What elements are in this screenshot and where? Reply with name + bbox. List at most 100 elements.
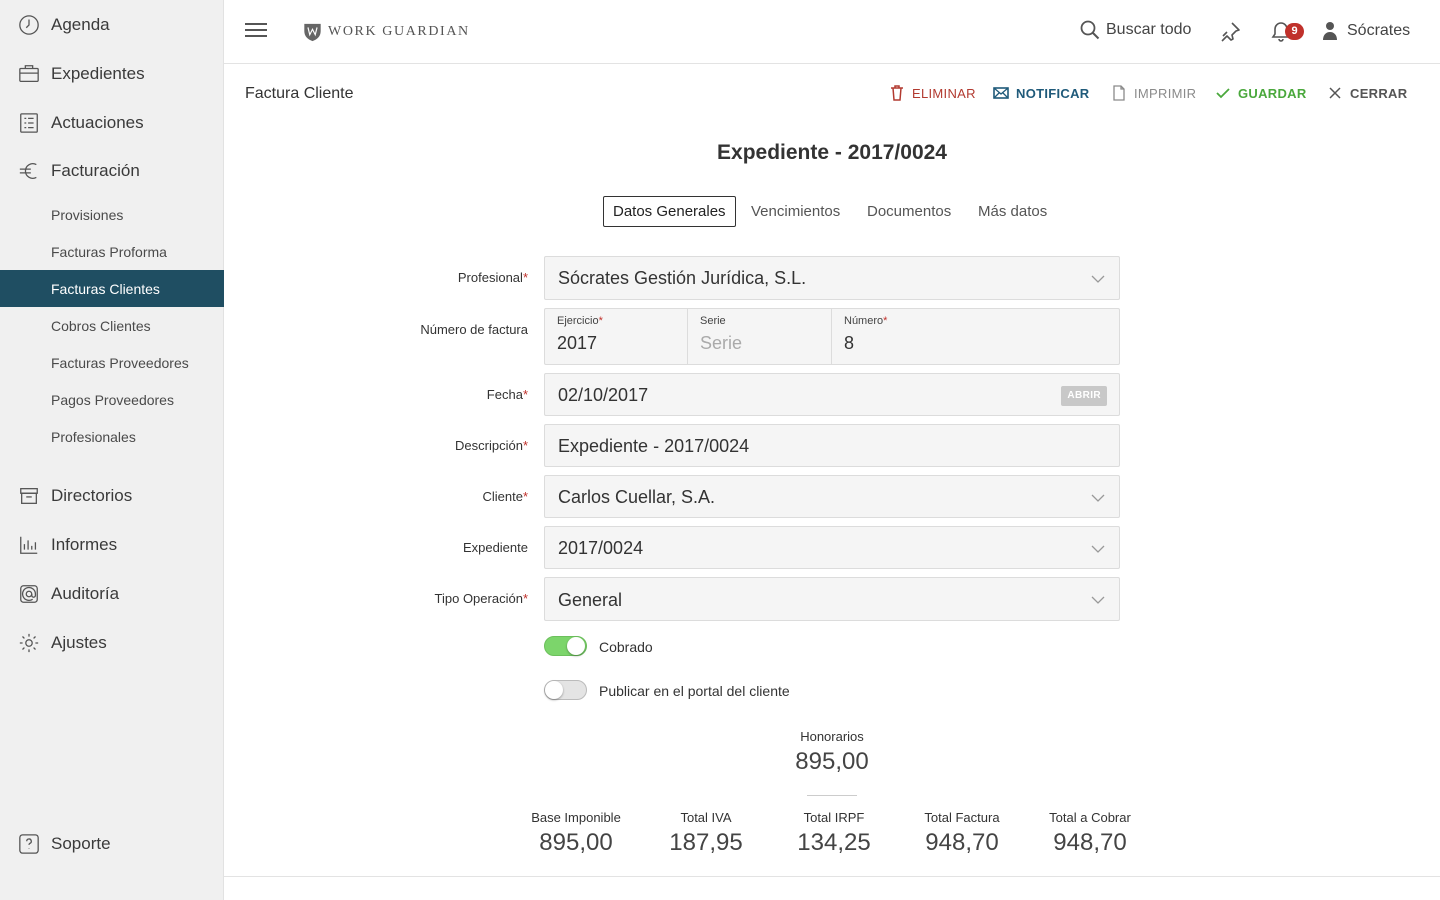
sidebar-subitem-facturas-proforma[interactable]: Facturas Proforma [0,233,224,270]
expediente-label: Expediente [462,540,528,555]
sidebar-subitem-label: Provisiones [51,206,124,223]
honorarios-total: Honorarios 895,00 [762,729,902,776]
tab-datos-generales[interactable]: Datos Generales [603,196,736,227]
sidebar-subitem-profesionales[interactable]: Profesionales [0,418,224,455]
sidebar-item-auditoria[interactable]: Auditoría [0,569,224,618]
sidebar-subitem-provisiones[interactable]: Provisiones [0,196,224,233]
document-icon [1113,85,1125,101]
delete-label: ELIMINAR [912,85,976,101]
sidebar-subitem-pagos-proveedores[interactable]: Pagos Proveedores [0,381,224,418]
sidebar-subitem-label: Profesionales [51,428,136,445]
chevron-down-icon [1091,275,1105,283]
toggle-knob [567,637,585,655]
expediente-select[interactable]: 2017/0024 [544,526,1120,569]
sidebar-subitem-facturas-clientes[interactable]: Facturas Clientes [0,270,224,307]
search-button[interactable]: Buscar todo [1080,20,1191,40]
toggle-knob [545,681,563,699]
numero-value: 8 [844,333,855,353]
at-badge-icon [17,582,41,606]
descripcion-value: Expediente - 2017/0024 [558,436,750,456]
sidebar-item-directorios[interactable]: Directorios [0,471,224,520]
numero-field[interactable]: Número* 8 [832,309,1119,364]
bar-chart-icon [17,533,41,557]
sidebar-item-label: Expedientes [51,63,145,83]
document-title: Expediente - 2017/0024 [717,141,947,164]
search-label: Buscar todo [1106,21,1192,38]
total-irpf-label: Total IRPF [803,810,865,825]
briefcase-icon [17,62,41,86]
sidebar-item-expedientes[interactable]: Expedientes [0,49,224,98]
total-iva: Total IVA 187,95 [636,810,776,857]
gear-icon [17,631,41,655]
notify-button[interactable]: NOTIFICAR [993,85,1089,101]
notify-label: NOTIFICAR [1016,85,1090,101]
delete-button[interactable]: ELIMINAR [889,85,976,101]
print-button[interactable]: IMPRIMIR [1111,85,1196,101]
sidebar-subitem-cobros-clientes[interactable]: Cobros Clientes [0,307,224,344]
sidebar-item-informes[interactable]: Informes [0,520,224,569]
sidebar-subitem-facturas-proveedores[interactable]: Facturas Proveedores [0,344,224,381]
numero-factura-group: Ejercicio* 2017 Serie Serie Número* 8 [544,308,1120,365]
cliente-label: Cliente* [482,489,528,504]
sidebar-item-actuaciones[interactable]: Actuaciones [0,98,224,147]
honorarios-value: 895,00 [795,748,869,775]
app-root: Agenda Expedientes Actuaciones Facturaci… [0,0,1440,900]
tipo-operacion-value: General [558,590,623,610]
sidebar-item-agenda[interactable]: Agenda [0,0,224,49]
sidebar-item-label: Soporte [51,833,111,853]
sidebar: Agenda Expedientes Actuaciones Facturaci… [0,0,224,900]
honorarios-label: Honorarios [800,729,864,744]
tipo-operacion-select[interactable]: General [544,577,1120,621]
fecha-value: 02/10/2017 [558,385,649,405]
user-name: Sócrates [1347,22,1411,39]
cliente-select[interactable]: Carlos Cuellar, S.A. [544,475,1120,518]
menu-icon[interactable] [244,20,268,44]
open-calendar-button[interactable]: ABRIR [1061,386,1107,406]
totals-divider [807,795,857,796]
tab-mas-datos[interactable]: Más datos [978,196,1047,227]
profesional-select[interactable]: Sócrates Gestión Jurídica, S.L. [544,256,1120,300]
total-irpf-value: 134,25 [797,829,871,856]
ejercicio-value: 2017 [557,333,598,353]
sidebar-item-ajustes[interactable]: Ajustes [0,618,224,667]
sidebar-item-soporte[interactable]: Soporte [0,819,224,868]
tipo-operacion-label: Tipo Operación* [434,591,528,606]
check-icon [1216,88,1230,99]
tab-vencimientos[interactable]: Vencimientos [751,196,840,227]
cobrado-toggle[interactable] [544,636,587,656]
numero-label: Número* [844,315,888,327]
total-iva-label: Total IVA [680,810,732,825]
profesional-value: Sócrates Gestión Jurídica, S.L. [558,268,807,288]
chevron-down-icon [1091,596,1105,604]
ejercicio-field[interactable]: Ejercicio* 2017 [545,309,688,364]
chevron-down-icon [1091,545,1105,553]
pin-icon[interactable] [1219,21,1241,43]
base-imponible-label: Base Imponible [531,810,621,825]
search-icon [1080,20,1100,40]
sidebar-item-label: Auditoría [51,583,120,603]
total-factura-label: Total Factura [924,810,1000,825]
save-label: GUARDAR [1238,85,1307,101]
profesional-label: Profesional* [457,270,528,285]
descripcion-input[interactable]: Expediente - 2017/0024 [544,424,1120,467]
content-bottom-divider [224,876,1440,877]
ejercicio-label: Ejercicio* [557,315,603,327]
tab-documentos[interactable]: Documentos [867,196,951,227]
sidebar-item-facturacion[interactable]: Facturación [0,146,224,195]
sidebar-subitem-label: Facturas Proveedores [51,354,189,371]
user-menu[interactable]: Sócrates [1322,21,1410,41]
descripcion-label: Descripción* [455,438,528,453]
close-button[interactable]: CERRAR [1327,85,1407,101]
cliente-value: Carlos Cuellar, S.A. [558,487,716,507]
total-a-cobrar: Total a Cobrar 948,70 [1020,810,1160,857]
fecha-input[interactable]: 02/10/2017 ABRIR [544,373,1120,416]
save-button[interactable]: GUARDAR [1215,85,1307,101]
clock-icon [17,13,41,37]
envelope-icon [993,87,1009,99]
serie-field[interactable]: Serie Serie [688,309,832,364]
print-label: IMPRIMIR [1134,85,1197,101]
sidebar-item-label: Actuaciones [51,112,144,132]
page-title: Factura Cliente [245,85,354,102]
publicar-toggle[interactable] [544,680,587,700]
base-imponible-value: 895,00 [539,829,613,856]
